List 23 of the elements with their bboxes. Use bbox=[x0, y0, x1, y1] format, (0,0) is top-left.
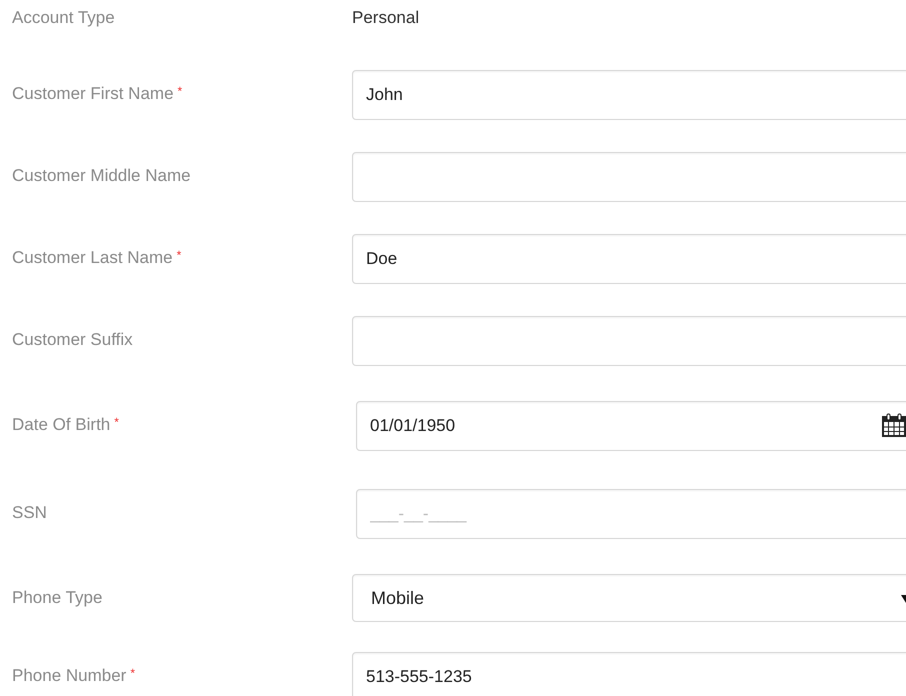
field-label: Customer Last Name bbox=[12, 248, 173, 268]
field-label: Date Of Birth bbox=[12, 415, 110, 435]
field-label: Customer First Name bbox=[12, 84, 174, 104]
input-field[interactable]: 513-555-1235 bbox=[352, 652, 906, 696]
field-label: SSN bbox=[12, 503, 47, 523]
input-field[interactable] bbox=[352, 316, 906, 366]
field-label: Phone Type bbox=[12, 588, 102, 608]
input-field[interactable]: Doe bbox=[352, 234, 906, 284]
field-label: Customer Suffix bbox=[12, 330, 133, 350]
required-mark: * bbox=[130, 666, 136, 680]
input-field[interactable] bbox=[352, 152, 906, 202]
input-field[interactable]: John bbox=[352, 70, 906, 120]
field-value: Personal bbox=[352, 8, 420, 28]
field-label: Account Type bbox=[12, 8, 115, 28]
required-mark: * bbox=[176, 248, 182, 262]
date-field[interactable]: 01/01/1950 bbox=[356, 401, 906, 451]
required-mark: * bbox=[114, 415, 119, 429]
input-field[interactable]: ___-__-____ bbox=[356, 489, 906, 539]
calendar-icon[interactable] bbox=[882, 413, 906, 437]
field-label: Phone Number bbox=[12, 666, 126, 686]
select-field[interactable]: Mobile bbox=[352, 574, 906, 622]
required-mark: * bbox=[178, 84, 182, 98]
field-label: Customer Middle Name bbox=[12, 166, 191, 186]
